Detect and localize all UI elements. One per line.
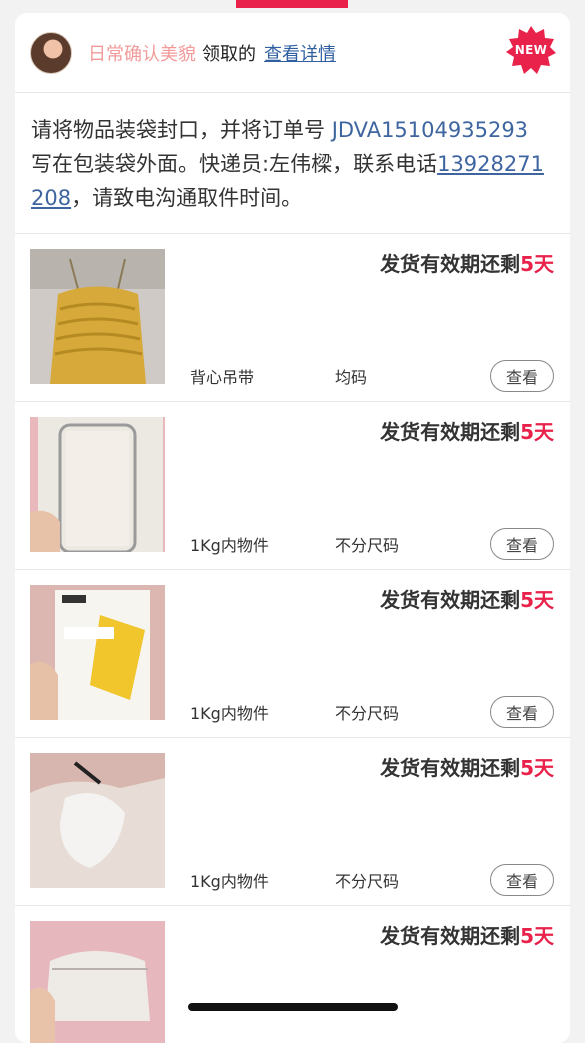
item-size: 均码 bbox=[335, 368, 368, 387]
item-category: 1Kg内物件 bbox=[190, 536, 269, 555]
validity-label: 发货有效期还剩 bbox=[380, 252, 521, 276]
validity-text: 发货有效期还剩5天 bbox=[380, 584, 554, 613]
list-item[interactable]: 发货有效期还剩5天 1Kg内物件 不分尺码 查看 bbox=[15, 738, 570, 906]
item-thumbnail-white-product[interactable] bbox=[30, 753, 165, 888]
validity-days: 5天 bbox=[520, 756, 554, 780]
validity-label: 发货有效期还剩 bbox=[380, 588, 521, 612]
view-button[interactable]: 查看 bbox=[490, 360, 554, 392]
validity-label: 发货有效期还剩 bbox=[380, 420, 521, 444]
validity-days: 5天 bbox=[520, 252, 554, 276]
notice-text-end: ，请致电沟通取件时间。 bbox=[71, 186, 303, 210]
notice-text-start: 请将物品装袋封口，并将订单号 bbox=[31, 118, 332, 142]
item-category: 1Kg内物件 bbox=[190, 872, 269, 891]
validity-label: 发货有效期还剩 bbox=[380, 924, 521, 948]
list-item[interactable]: 发货有效期还剩5天 背心吊带 均码 查看 bbox=[15, 234, 570, 402]
packing-notice: 请将物品装袋封口，并将订单号 JDVA15104935293 写在包装袋外面。快… bbox=[15, 93, 570, 234]
validity-text: 发货有效期还剩5天 bbox=[380, 416, 554, 445]
validity-days: 5天 bbox=[520, 588, 554, 612]
item-category: 1Kg内物件 bbox=[190, 704, 269, 723]
view-button[interactable]: 查看 bbox=[490, 696, 554, 728]
item-thumbnail-pouch[interactable] bbox=[30, 921, 165, 1043]
validity-days: 5天 bbox=[520, 924, 554, 948]
item-thumbnail-camisole[interactable] bbox=[30, 249, 165, 384]
avatar[interactable] bbox=[30, 31, 72, 74]
claim-card: 日常确认美貌 领取的 查看详情 NEW 请将物品装袋封口，并将订单号 JDVA1… bbox=[15, 13, 570, 1043]
view-detail-link[interactable]: 查看详情 bbox=[264, 40, 336, 66]
validity-text: 发货有效期还剩5天 bbox=[380, 920, 554, 949]
new-badge-label: NEW bbox=[514, 43, 548, 57]
item-size: 不分尺码 bbox=[335, 536, 400, 555]
view-button[interactable]: 查看 bbox=[490, 864, 554, 896]
validity-text: 发货有效期还剩5天 bbox=[380, 752, 554, 781]
list-item[interactable]: 发货有效期还剩5天 1Kg内物件 不分尺码 查看 bbox=[15, 570, 570, 738]
notice-text-middle: 写在包装袋外面。快递员:左伟樑，联系电话 bbox=[31, 152, 438, 176]
view-button[interactable]: 查看 bbox=[490, 528, 554, 560]
username[interactable]: 日常确认美貌 bbox=[88, 40, 196, 66]
item-thumbnail-tempered-glass[interactable] bbox=[30, 585, 165, 720]
home-indicator[interactable] bbox=[188, 1003, 398, 1011]
list-item[interactable]: 发货有效期还剩5天 bbox=[15, 906, 570, 1043]
validity-days: 5天 bbox=[520, 420, 554, 444]
received-label: 领取的 bbox=[202, 43, 256, 65]
header-text: 日常确认美貌 领取的 查看详情 bbox=[88, 40, 336, 66]
validity-label: 发货有效期还剩 bbox=[380, 756, 521, 780]
item-category: 背心吊带 bbox=[190, 368, 255, 387]
list-item[interactable]: 发货有效期还剩5天 1Kg内物件 不分尺码 查看 bbox=[15, 402, 570, 570]
card-header: 日常确认美貌 领取的 查看详情 NEW bbox=[15, 13, 570, 93]
item-size: 不分尺码 bbox=[335, 872, 400, 891]
validity-text: 发货有效期还剩5天 bbox=[380, 248, 554, 277]
item-thumbnail-phone-case[interactable] bbox=[30, 417, 165, 552]
new-badge: NEW bbox=[506, 25, 556, 75]
top-accent-bar bbox=[236, 0, 348, 8]
item-size: 不分尺码 bbox=[335, 704, 400, 723]
order-number: JDVA15104935293 bbox=[331, 118, 529, 142]
